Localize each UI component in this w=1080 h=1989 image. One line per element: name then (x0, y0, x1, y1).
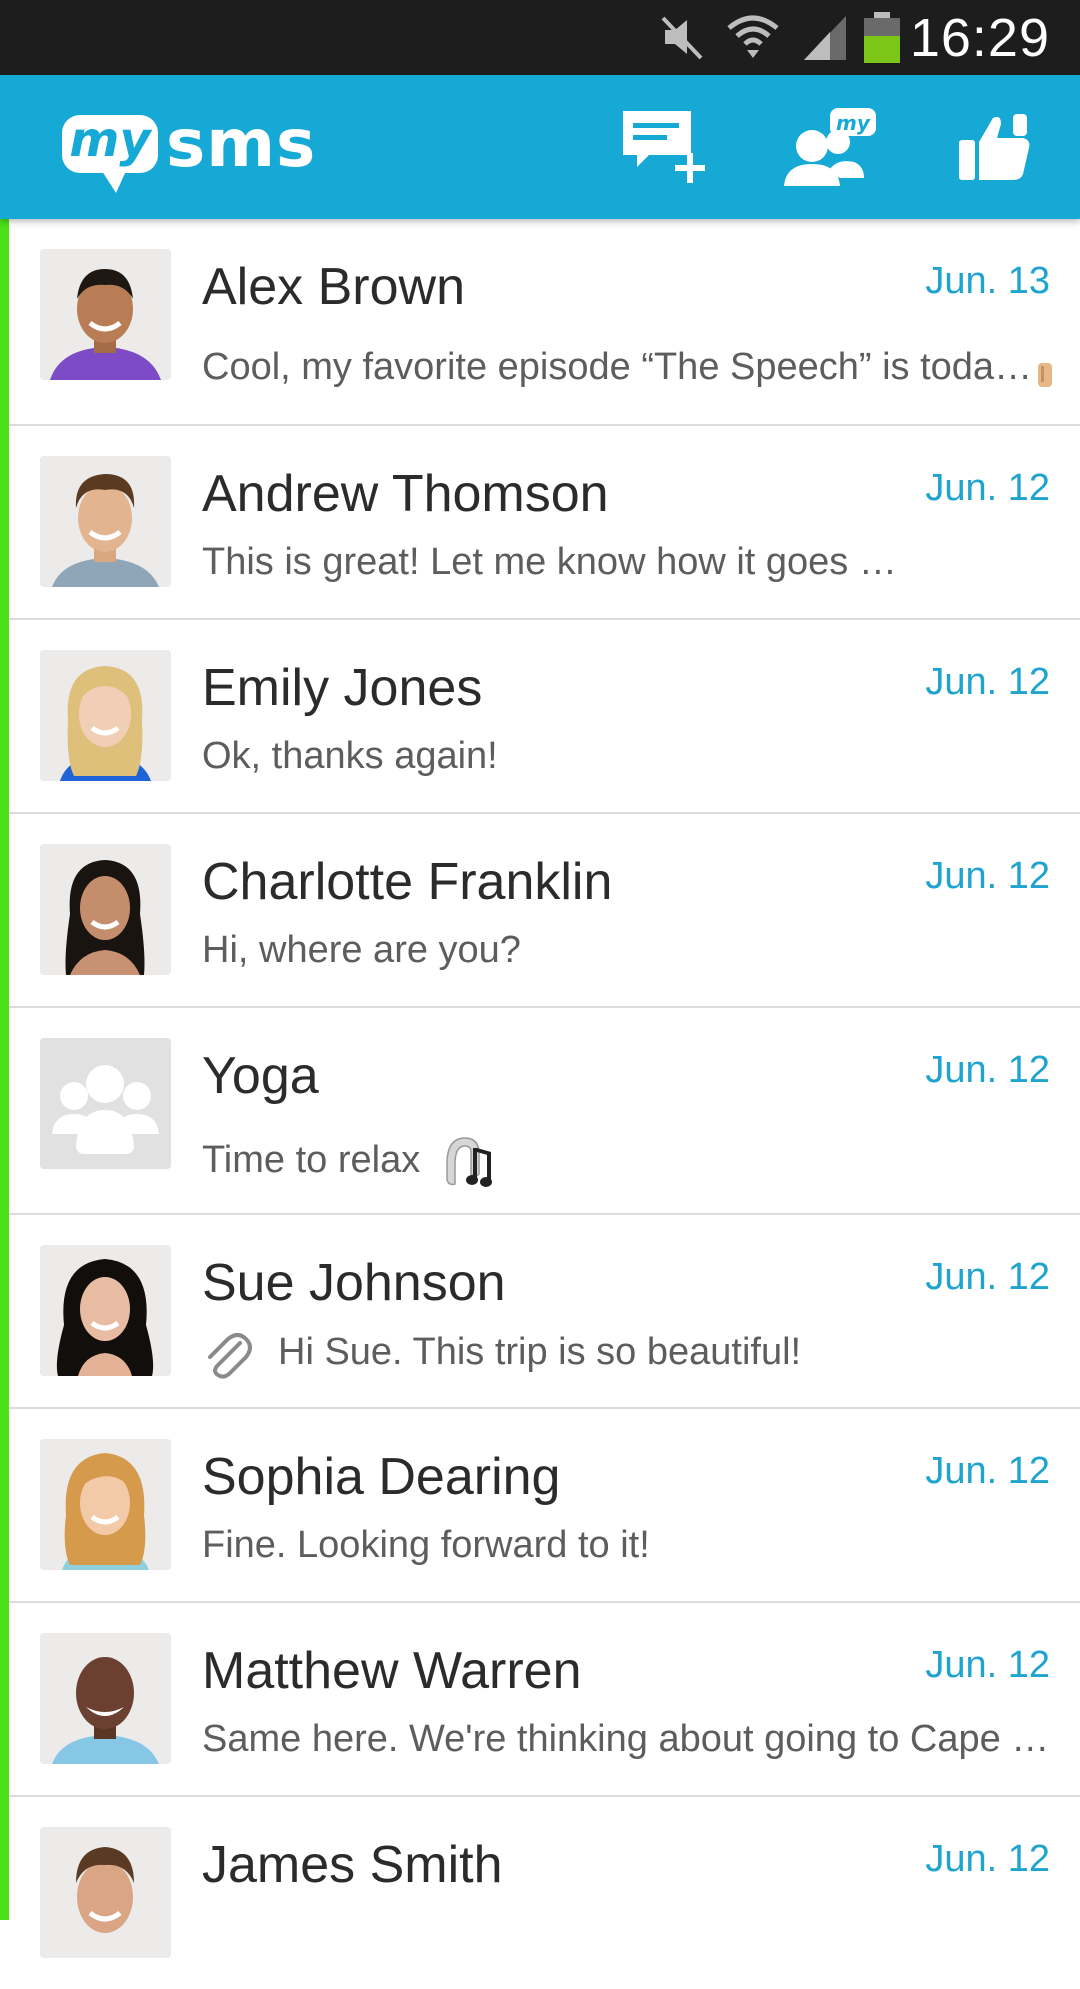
message-date: Jun. 12 (925, 1450, 1050, 1492)
avatar (40, 456, 171, 587)
logo-word: sms (166, 105, 317, 182)
conversation-row[interactable]: Matthew Warren Jun. 12 Same here. We're … (9, 1603, 1080, 1797)
contact-name: Sue Johnson (202, 1254, 506, 1312)
contact-name: Sophia Dearing (202, 1448, 561, 1506)
conversation-row[interactable]: Sophia Dearing Jun. 12 Fine. Looking for… (9, 1409, 1080, 1603)
message-snippet: Ok, thanks again! (202, 735, 498, 777)
mysms-contacts-icon: my (784, 108, 876, 186)
contact-name: Alex Brown (202, 258, 465, 316)
message-date: Jun. 12 (925, 1838, 1050, 1880)
message-date: Jun. 12 (925, 1644, 1050, 1686)
message-date: Jun. 12 (925, 1256, 1050, 1298)
thumbs-up-icon (959, 114, 1030, 180)
wifi-icon (727, 15, 779, 58)
message-date: Jun. 13 (925, 260, 1050, 302)
mysms-contacts-button[interactable]: my (765, 75, 895, 219)
attachment-icon (208, 1333, 252, 1379)
message-date: Jun. 12 (925, 467, 1050, 509)
contact-name: Yoga (202, 1047, 319, 1105)
avatar (40, 844, 171, 975)
contact-name: Charlotte Franklin (202, 853, 613, 911)
avatar (40, 650, 171, 781)
message-snippet: Hi Sue. This trip is so beautiful! (278, 1331, 802, 1374)
conversation-row[interactable]: Sue Johnson Jun. 12 Hi Sue. This trip is… (9, 1215, 1080, 1409)
logo-bubble: my (62, 115, 158, 193)
contact-name: James Smith (202, 1836, 503, 1894)
conversation-list: Alex Brown Jun. 13 Cool, my favorite epi… (9, 219, 1080, 1989)
avatar (40, 1633, 171, 1764)
message-snippet-container: Time to relax (202, 1134, 1052, 1190)
conversation-row[interactable]: Yoga Jun. 12 Time to relax (9, 1008, 1080, 1215)
contact-name: Matthew Warren (202, 1642, 582, 1700)
new-message-button[interactable] (600, 75, 730, 219)
app-logo: my sms (62, 105, 317, 195)
new-message-icon (623, 111, 705, 183)
avatar (40, 1827, 171, 1958)
signal-icon (804, 16, 846, 60)
status-bar: 16:29 (0, 0, 1080, 75)
conversation-row[interactable]: Alex Brown Jun. 13 Cool, my favorite epi… (9, 219, 1080, 426)
avatar (40, 1245, 171, 1376)
message-snippet: Cool, my favorite episode “The Speech” i… (202, 346, 1033, 388)
unread-indicator-strip (0, 219, 9, 1920)
message-date: Jun. 12 (925, 661, 1050, 703)
message-snippet: Hi, where are you? (202, 929, 521, 971)
avatar (40, 249, 171, 380)
conversation-row[interactable]: Emily Jones Jun. 12 Ok, thanks again! (9, 620, 1080, 814)
battery-icon (864, 12, 900, 63)
message-date: Jun. 12 (925, 855, 1050, 897)
svg-text:my: my (836, 111, 871, 135)
message-snippet: Same here. We're thinking about going to… (202, 1718, 1050, 1760)
contact-name: Emily Jones (202, 659, 483, 717)
mute-icon (661, 16, 703, 60)
conversation-row[interactable]: James Smith Jun. 12 (9, 1797, 1080, 1989)
message-date: Jun. 12 (925, 1049, 1050, 1091)
hand-emoji-icon (1038, 363, 1052, 387)
message-snippet: This is great! Let me know how it goes … (202, 541, 897, 583)
message-snippet-container: Hi Sue. This trip is so beautiful! (202, 1329, 1052, 1379)
message-snippet: Time to relax (202, 1139, 421, 1182)
like-button[interactable] (930, 75, 1060, 219)
message-snippet: Fine. Looking forward to it! (202, 1524, 650, 1566)
status-time: 16:29 (909, 8, 1050, 68)
app-bar: my sms my (0, 75, 1080, 219)
contact-name: Andrew Thomson (202, 465, 609, 523)
music-emoji-icon (446, 1137, 492, 1187)
conversation-row[interactable]: Andrew Thomson Jun. 12 This is great! Le… (9, 426, 1080, 620)
avatar (40, 1439, 171, 1570)
conversation-row[interactable]: Charlotte Franklin Jun. 12 Hi, where are… (9, 814, 1080, 1008)
group-icon (40, 1038, 171, 1169)
group-avatar (40, 1038, 171, 1169)
